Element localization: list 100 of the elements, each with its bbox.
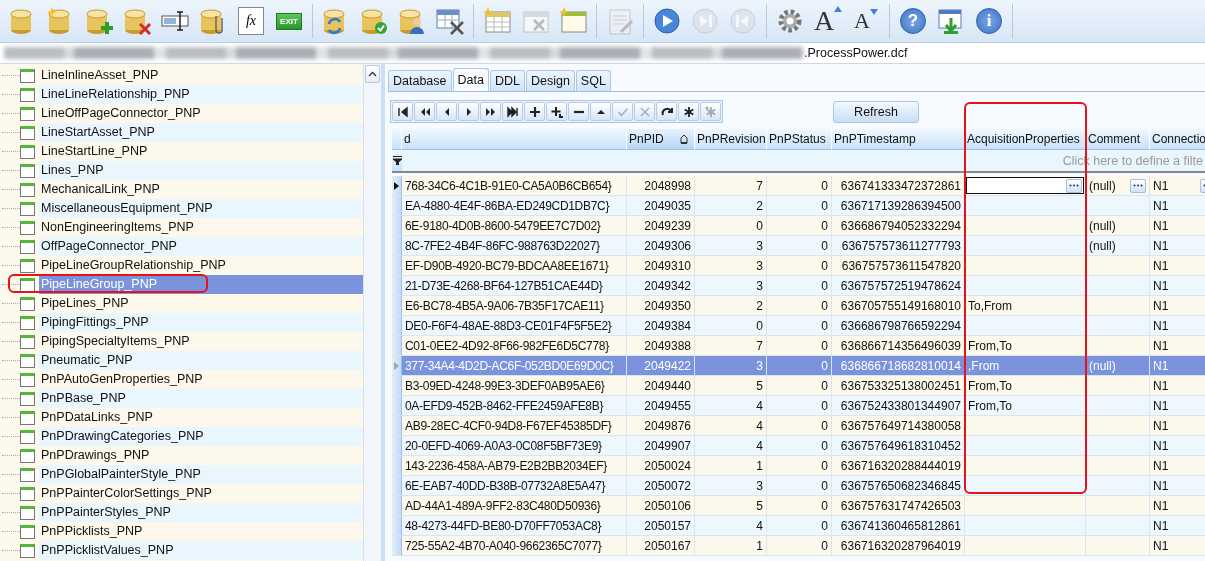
close-icon: [638, 105, 651, 118]
first-record-button[interactable]: [392, 102, 413, 121]
database-plus-icon: [84, 6, 114, 36]
ellipsis-button[interactable]: [1066, 178, 1082, 193]
table-row[interactable]: 20-0EFD-4069-A0A3-0C08F5BF73E9} 2049907 4 0 636757649618310452 N1: [392, 436, 1205, 456]
sort-icon: [680, 134, 688, 144]
tree-item[interactable]: PipeLineGroupRelationship_PNP: [39, 256, 363, 275]
tree-item[interactable]: MiscellaneousEquipment_PNP: [39, 199, 363, 218]
check-icon: [616, 105, 629, 118]
header-corner: [392, 129, 402, 150]
tree-item[interactable]: LineLineRelationship_PNP: [39, 85, 363, 104]
tree-item[interactable]: PnPPicklistValues_PNP: [39, 541, 363, 560]
database-delete-icon: [122, 6, 152, 36]
column-header[interactable]: d: [402, 129, 627, 150]
page-back-button[interactable]: [414, 102, 435, 121]
tree-item[interactable]: LineInlineAsset_PNP: [39, 66, 363, 85]
table-row[interactable]: 48-4273-44FD-BE80-D70FF7053AC8} 2050157 4 0 636741360465812861 N1: [392, 516, 1205, 536]
table-row[interactable]: B3-09ED-4248-99E3-3DEF0AB95AE6} 2049440 5 0 636753325138002451 From,To N1: [392, 376, 1205, 396]
bookmark-button[interactable]: [678, 102, 699, 121]
table-row[interactable]: EF-D90B-4920-BC79-BDCAA8EE1671} 2049310 3 0 636757573611547820 N1: [392, 256, 1205, 276]
table-row[interactable]: E6-BC78-4B5A-9A06-7B35F17CAE11} 2049350 2 0 636705755149168010 To,From N1: [392, 296, 1205, 316]
tree-item[interactable]: PnPGlobalPainterStyle_PNP: [39, 465, 363, 484]
last-record-button[interactable]: [502, 102, 523, 121]
plus-icon: [528, 105, 541, 118]
table-row[interactable]: 6E-9180-4D0B-8600-5479EE7C7D02} 2049239 0 0 636686794052332294 (null) N1: [392, 216, 1205, 236]
row-indicator[interactable]: [392, 176, 402, 196]
table-icon: [20, 524, 35, 539]
tab[interactable]: Data: [452, 68, 489, 91]
table-row[interactable]: 725-55A2-4B70-A040-9662365C7077} 2050167 1 0 636716320287964019 N1: [392, 536, 1205, 556]
insert-record-button[interactable]: [524, 102, 545, 121]
tab[interactable]: SQL: [575, 70, 611, 91]
tree-item[interactable]: OffPageConnector_PNP: [39, 237, 363, 256]
tree-item[interactable]: NonEngineeringItems_PNP: [39, 218, 363, 237]
tree-item[interactable]: PnPDrawings_PNP: [39, 446, 363, 465]
tree-item[interactable]: PipeLines_PNP: [39, 294, 363, 313]
table-row[interactable]: EA-4880-4E4F-86BA-ED249CD1DB7C} 2049035 2 0 636717139286394500 N1: [392, 196, 1205, 216]
tree-item[interactable]: PnPDataLinks_PNP: [39, 408, 363, 427]
font-size-decrease-button[interactable]: A: [849, 4, 883, 38]
chevron-up-icon: [368, 71, 377, 77]
tree-item[interactable]: PnPDrawingCategories_PNP: [39, 427, 363, 446]
table-icon: [20, 410, 35, 425]
tree-item[interactable]: MechanicalLink_PNP: [39, 180, 363, 199]
column-header[interactable]: Connectio: [1150, 129, 1205, 150]
new-window-icon: [558, 6, 588, 36]
scrollbar[interactable]: [363, 64, 381, 561]
table-icon: [20, 372, 35, 387]
cell-value: N1: [1153, 178, 1169, 193]
refresh-record-button[interactable]: [656, 102, 677, 121]
column-header[interactable]: PnPID: [627, 129, 695, 150]
tree-item[interactable]: LineStartLine_PNP: [39, 142, 363, 161]
table-icon: [20, 486, 35, 501]
column-header[interactable]: Comment: [1086, 129, 1150, 150]
tab[interactable]: DDL: [489, 70, 525, 91]
edit-record-button[interactable]: [590, 102, 611, 121]
column-header[interactable]: PnPRevision: [695, 129, 767, 150]
delete-record-button[interactable]: [568, 102, 589, 121]
tree-item[interactable]: Pneumatic_PNP: [39, 351, 363, 370]
tree-item[interactable]: PnPPicklists_PNP: [39, 522, 363, 541]
column-header[interactable]: AcquisitionProperties: [965, 129, 1086, 150]
table-icon: [20, 144, 35, 159]
page-forward-button[interactable]: [480, 102, 501, 121]
asterisk-icon: [704, 105, 717, 118]
table-icon: [20, 258, 35, 273]
tree-item[interactable]: LineStartAsset_PNP: [39, 123, 363, 142]
table-row[interactable]: AD-44A1-489A-9FF2-83C480D50936} 2050106 5 0 636757631747426503 N1: [392, 496, 1205, 516]
table-icon: [20, 353, 35, 368]
table-row[interactable]: 143-2236-458A-AB79-E2B2BB2034EF} 2050024 1 0 636716320288444019 N1: [392, 456, 1205, 476]
tree-item[interactable]: PipingFittings_PNP: [39, 313, 363, 332]
table-row[interactable]: C01-0EE2-4D92-8F66-982FE6D5C778} 2049388 7 0 636866714356496039 From,To N1: [392, 336, 1205, 356]
tree-item[interactable]: LineOffPageConnector_PNP: [39, 104, 363, 123]
table-row[interactable]: 21-D73E-4268-BF64-127B51CAE44D} 2049342 3 0 636757572519478624 N1: [392, 276, 1205, 296]
tree-item[interactable]: PnPAutoGenProperties_PNP: [39, 370, 363, 389]
tree-item[interactable]: PnPPainterStyles_PNP: [39, 503, 363, 522]
previous-record-button[interactable]: [436, 102, 457, 121]
new-table-icon: [482, 6, 512, 36]
table-row[interactable]: 8C-7FE2-4B4F-86FC-988763D22027} 2049306 3 0 636757573611277793 (null) N1: [392, 236, 1205, 256]
tree-item[interactable]: PnPPainterColorSettings_PNP: [39, 484, 363, 503]
tree-item[interactable]: Lines_PNP: [39, 161, 363, 180]
table-row[interactable]: DE0-F6F4-48AE-88D3-CE01F4F5F5E2} 2049384 0 0 636686798766592294 N1: [392, 316, 1205, 336]
table-icon: [20, 429, 35, 444]
filter-button[interactable]: [392, 150, 402, 171]
table-row[interactable]: 6E-EAB7-40DD-B38B-07732A8E5A47} 2050072 3 0 636757650682346845 N1: [392, 476, 1205, 496]
column-header[interactable]: PnPTimestamp: [832, 129, 965, 150]
next-record-button[interactable]: [458, 102, 479, 121]
table-row[interactable]: 768-34C6-4C1B-91E0-CA5A0B6CB654} 2048998 7 0 636741333472372861 (null) N1: [392, 176, 1205, 196]
tree-item[interactable]: PipingSpecialtyItems_PNP: [39, 332, 363, 351]
font-size-increase-button[interactable]: A: [811, 4, 845, 38]
table-icon: [20, 467, 35, 482]
table-icon: [20, 201, 35, 216]
tab[interactable]: Database: [388, 70, 452, 91]
column-header[interactable]: PnPStatus: [767, 129, 832, 150]
append-record-button[interactable]: [546, 102, 567, 121]
tab[interactable]: Design: [525, 70, 575, 91]
ellipsis-button[interactable]: [1130, 178, 1146, 193]
ellipsis-icon: [1133, 184, 1143, 187]
table-row[interactable]: 0A-EFD9-452B-8462-FFE2459AFE8B} 2049455 4 0 636752433801344907 From,To N1: [392, 396, 1205, 416]
scroll-up-button[interactable]: [365, 65, 380, 83]
table-row[interactable]: AB9-28EC-4CF0-94D8-F67EF45385DF} 2049876 4 0 636757649714380058 N1: [392, 416, 1205, 436]
refresh-button[interactable]: Refresh: [833, 100, 919, 123]
tree-item[interactable]: PnPBase_PNP: [39, 389, 363, 408]
